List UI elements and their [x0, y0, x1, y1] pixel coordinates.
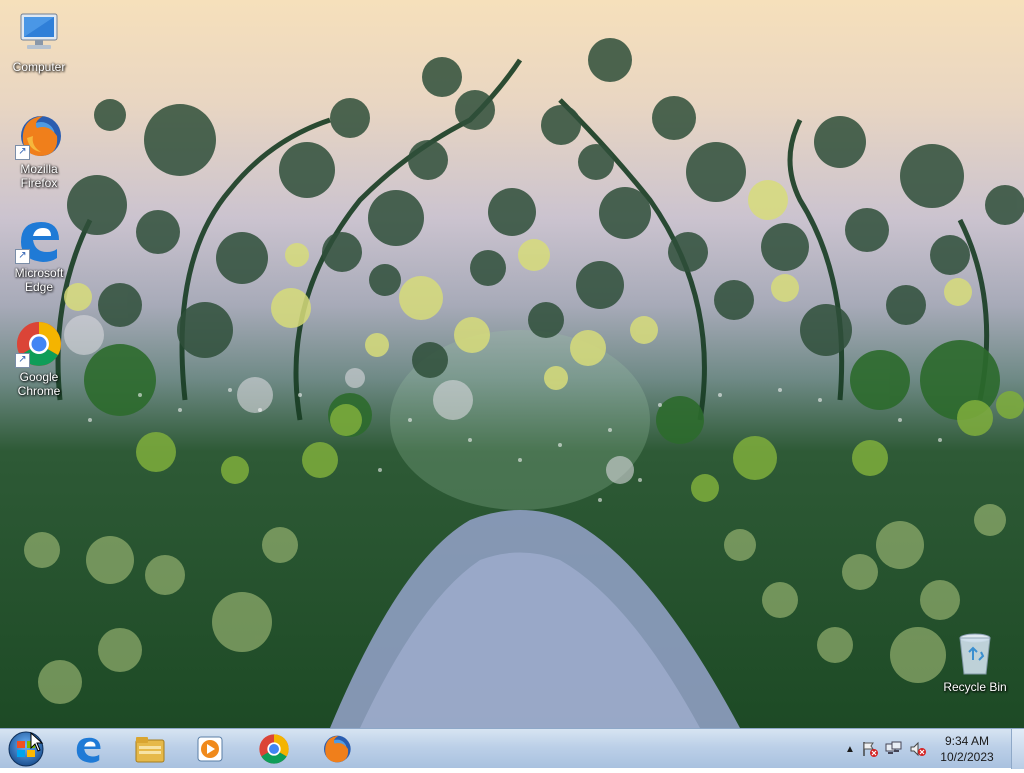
mouse-cursor-icon — [30, 732, 44, 752]
desktop-icon-label: Mozilla — [20, 162, 58, 176]
desktop-icon-chrome[interactable]: ↗ Google Chrome — [4, 320, 74, 398]
volume-muted-icon[interactable] — [906, 740, 930, 758]
desktop-icon-computer[interactable]: Computer — [4, 10, 74, 74]
edge-icon: ↗ — [15, 216, 63, 264]
firefox-icon — [324, 735, 351, 763]
shortcut-arrow-icon: ↗ — [15, 249, 30, 264]
system-tray: ▲ — [842, 729, 930, 769]
network-icon[interactable] — [882, 740, 906, 758]
desktop-icon-firefox[interactable]: ↗ Mozilla Firefox — [4, 112, 74, 190]
clock-time: 9:34 AM — [944, 734, 990, 748]
wallpaper-art — [24, 38, 1024, 728]
taskbar-media-player-button[interactable] — [182, 731, 238, 767]
chevron-up-icon[interactable]: ▲ — [842, 744, 858, 755]
firefox-icon: ↗ — [15, 112, 63, 160]
action-center-flag-icon[interactable] — [858, 740, 882, 758]
chrome-icon: ↗ — [15, 320, 63, 368]
taskbar-chrome-button[interactable] — [246, 731, 302, 767]
media-player-icon — [197, 736, 223, 762]
computer-icon — [15, 10, 63, 58]
taskbar-clock[interactable]: 9:34 AM 10/2/2023 — [932, 733, 1002, 765]
recycle-bin-icon — [951, 630, 999, 678]
desktop-icon-label: Recycle Bin — [943, 680, 1007, 694]
chrome-icon — [259, 734, 289, 764]
taskbar-file-explorer-button[interactable] — [122, 731, 178, 767]
desktop-icon-label: Google — [19, 370, 59, 384]
desktop-icon-edge[interactable]: ↗ Microsoft Edge — [4, 216, 74, 294]
edge-icon — [76, 737, 101, 763]
desktop-icon-label: Microsoft — [14, 266, 64, 280]
taskbar: ▲ 9:34 AM 10/2/2023 — [0, 728, 1024, 769]
clock-date: 10/2/2023 — [940, 750, 994, 764]
show-desktop-button[interactable] — [1011, 729, 1024, 769]
desktop-icon-label: Edge — [24, 280, 54, 294]
desktop-icon-label: Firefox — [20, 176, 58, 190]
desktop-icon-recycle-bin[interactable]: Recycle Bin — [940, 630, 1010, 694]
shortcut-arrow-icon: ↗ — [15, 145, 30, 160]
file-explorer-icon — [135, 737, 165, 763]
taskbar-edge-button[interactable] — [60, 731, 116, 767]
taskbar-firefox-button[interactable] — [308, 731, 364, 767]
desktop-icon-label: Computer — [12, 60, 66, 74]
desktop-wallpaper — [0, 0, 1024, 728]
desktop-icon-label: Chrome — [17, 384, 61, 398]
shortcut-arrow-icon: ↗ — [15, 353, 30, 368]
